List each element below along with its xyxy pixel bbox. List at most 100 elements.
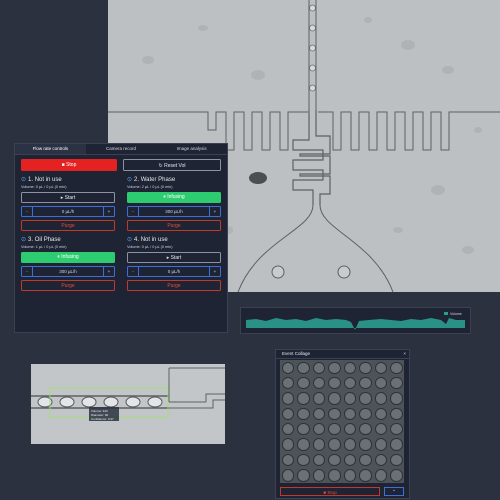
trace-svg: Volume xyxy=(246,312,465,330)
reset-vol-button[interactable]: ↻ Reset Vol xyxy=(123,159,221,171)
droplet-thumbnail xyxy=(297,453,310,467)
start-button[interactable]: ▸ Start xyxy=(127,252,221,263)
tab-camera-record[interactable]: Camera record xyxy=(86,144,157,154)
reset-vol-label: Reset Vol xyxy=(164,163,186,169)
channel-icon: ⊙ xyxy=(21,177,27,183)
droplet-thumbnail xyxy=(281,361,294,374)
camera-image: Volume: 320 Diameter: 90 Confidence: 0.9… xyxy=(31,364,225,444)
close-icon[interactable]: × xyxy=(403,350,406,358)
droplet-thumbnail xyxy=(328,407,341,420)
increment-button[interactable]: + xyxy=(104,267,114,276)
tab-image-analysis[interactable]: Image analysis xyxy=(156,144,227,154)
droplet-thumbnail xyxy=(343,469,356,482)
droplet-thumbnail xyxy=(359,407,372,420)
droplet-thumbnail xyxy=(343,376,356,390)
droplet-thumbnail xyxy=(390,469,403,482)
droplet-grid xyxy=(280,360,404,483)
flow-rate-input[interactable]: 0 µL/h xyxy=(32,207,104,216)
channel-2: ⊙ 2. Water Phase Volume: 2 µL / 0 µL (0 m… xyxy=(127,176,221,231)
droplet-thumbnail xyxy=(281,423,294,436)
droplet-thumbnail xyxy=(343,407,356,420)
droplet-thumbnail xyxy=(328,392,341,405)
droplet-thumbnail xyxy=(390,392,403,405)
flow-rate-stepper[interactable]: - 300 µL/h + xyxy=(21,266,115,277)
collage-option-button[interactable]: ▪ xyxy=(384,487,404,496)
droplet-thumbnail xyxy=(312,423,325,436)
purge-button[interactable]: Purge xyxy=(127,280,221,291)
droplet-thumbnail xyxy=(297,438,310,451)
droplet-thumbnail xyxy=(390,438,403,451)
camera-frame: Volume: 320 Diameter: 90 Confidence: 0.9… xyxy=(31,364,225,444)
droplet-thumbnail xyxy=(281,376,294,390)
increment-button[interactable]: + xyxy=(210,267,220,276)
droplet-thumbnail xyxy=(374,423,387,436)
droplet-thumbnail xyxy=(390,453,403,467)
droplet-thumbnail xyxy=(374,407,387,420)
droplet-thumbnail xyxy=(297,423,310,436)
channel-title: 1. Not in use xyxy=(28,177,62,183)
droplet-thumbnail xyxy=(312,438,325,451)
decrement-button[interactable]: - xyxy=(22,207,32,216)
droplet-thumbnail xyxy=(374,376,387,390)
flow-rate-stepper[interactable]: - 0 µL/h + xyxy=(21,206,115,217)
droplet-thumbnail xyxy=(297,392,310,405)
droplet-thumbnail xyxy=(359,423,372,436)
flow-rate-input[interactable]: 0 µL/h xyxy=(138,267,210,276)
droplet-thumbnail xyxy=(297,376,310,390)
legend-label: Volume xyxy=(450,312,462,316)
flow-control-panel: Flow rate controls Camera record Image a… xyxy=(14,143,228,333)
increment-button[interactable]: + xyxy=(210,207,220,216)
decrement-button[interactable]: - xyxy=(128,267,138,276)
infusing-button[interactable]: ⏸ Infusing xyxy=(21,252,115,263)
droplet-thumbnail xyxy=(343,438,356,451)
channel-title: 3. Oil Phase xyxy=(28,237,61,243)
collage-stop-button[interactable]: ■ Stop xyxy=(280,487,380,496)
flow-rate-input[interactable]: 300 µL/h xyxy=(138,207,210,216)
flow-rate-stepper[interactable]: - 0 µL/h + xyxy=(127,266,221,277)
channel-volume: Volume: 1 µL / 0 µL (0 min) xyxy=(21,245,67,249)
droplet-thumbnail xyxy=(374,438,387,451)
flow-rate-stepper[interactable]: - 300 µL/h + xyxy=(127,206,221,217)
droplet-thumbnail xyxy=(281,438,294,451)
flow-rate-input[interactable]: 300 µL/h xyxy=(32,267,104,276)
channel-title: 4. Not in use xyxy=(134,237,168,243)
stop-button[interactable]: ■ Stop xyxy=(21,159,117,171)
collage-title: Event Collage xyxy=(282,351,311,356)
start-label: Start xyxy=(64,195,76,201)
channel-1: ⊙ 1. Not in use Volume: 0 µL / 0 µL (0 mi… xyxy=(21,176,115,231)
start-label: Start xyxy=(170,255,182,261)
purge-button[interactable]: Purge xyxy=(21,280,115,291)
droplet-thumbnail xyxy=(374,392,387,405)
infusing-label: Infusing xyxy=(61,254,79,260)
droplet-thumbnail xyxy=(374,361,387,374)
start-button[interactable]: ▸ Start xyxy=(21,192,115,203)
volume-trace-plot: Volume xyxy=(240,307,471,334)
event-collage-window: Event Collage × ■ Stop ▪ xyxy=(275,349,410,499)
droplet-thumbnail xyxy=(328,423,341,436)
tab-flow-rate-controls[interactable]: Flow rate controls xyxy=(15,144,86,154)
droplet-thumbnail xyxy=(312,469,325,482)
droplet-thumbnail xyxy=(328,361,341,374)
droplet-thumbnail xyxy=(312,392,325,405)
droplet-thumbnail xyxy=(343,423,356,436)
droplet-thumbnail xyxy=(343,453,356,467)
trace-area xyxy=(246,318,465,330)
annotation-line: Confidence: 0.97 xyxy=(91,417,114,421)
channel-icon: ⊙ xyxy=(127,237,133,243)
channel-volume: Volume: 0 µL / 0 µL (0 min) xyxy=(127,245,173,249)
droplet-thumbnail xyxy=(390,407,403,420)
increment-button[interactable]: + xyxy=(104,207,114,216)
purge-button[interactable]: Purge xyxy=(127,220,221,231)
decrement-button[interactable]: - xyxy=(128,207,138,216)
decrement-button[interactable]: - xyxy=(22,267,32,276)
droplet-thumbnail xyxy=(281,392,294,405)
infusing-label: Infusing xyxy=(167,194,185,200)
infusing-button[interactable]: ⏸ Infusing xyxy=(127,192,221,203)
droplet-thumbnail xyxy=(390,376,403,390)
channel-icon: ⊙ xyxy=(127,177,133,183)
legend-swatch xyxy=(444,312,448,315)
droplet-thumbnail xyxy=(374,469,387,482)
droplet-thumbnail xyxy=(328,469,341,482)
droplet-thumbnail xyxy=(281,407,294,420)
purge-button[interactable]: Purge xyxy=(21,220,115,231)
